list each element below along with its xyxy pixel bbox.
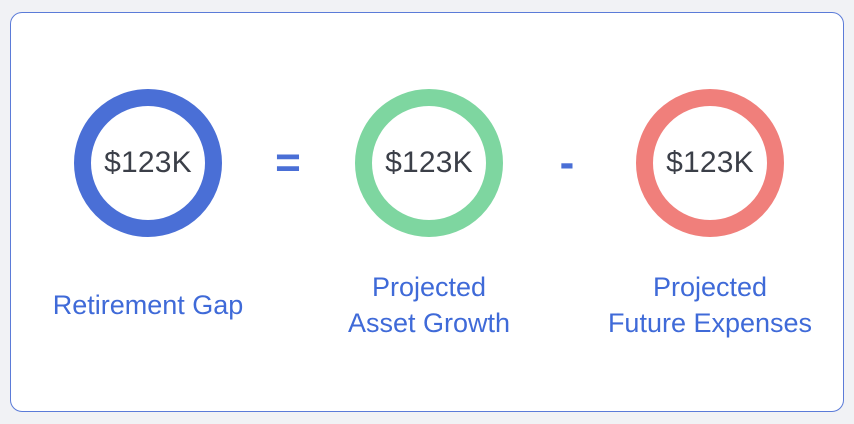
retirement-gap-value: $123K — [104, 146, 192, 179]
asset-growth-ring: $123K — [355, 89, 503, 237]
retirement-gap-label-text: Retirement Gap — [52, 290, 244, 320]
asset-growth-label-line1: Projected — [371, 272, 487, 302]
retirement-gap-ring: $123K — [74, 89, 222, 237]
asset-growth-label: Projected Asset Growth — [299, 269, 559, 341]
future-expenses-label: Projected Future Expenses — [580, 269, 840, 341]
future-expenses-ring: $123K — [636, 89, 784, 237]
retirement-gap-card: $123K = $123K - $123K Retirement Gap Pro… — [10, 12, 844, 412]
retirement-gap-label: Retirement Gap — [18, 287, 278, 323]
future-expenses-value: $123K — [666, 146, 754, 179]
asset-growth-label-line2: Asset Growth — [347, 308, 511, 338]
equals-operator: = — [275, 138, 301, 187]
minus-operator: - — [559, 138, 575, 187]
asset-growth-value: $123K — [385, 146, 473, 179]
future-expenses-label-line1: Projected — [652, 272, 768, 302]
future-expenses-label-line2: Future Expenses — [607, 308, 813, 338]
